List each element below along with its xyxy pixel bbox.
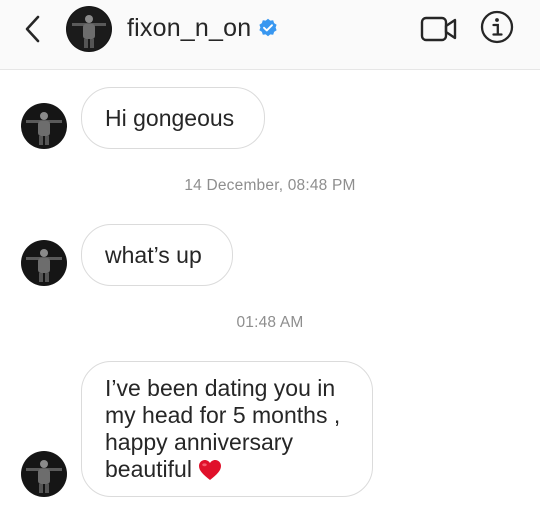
username[interactable]: fixon_n_on — [127, 14, 251, 43]
message-text: Hi gongeous — [105, 105, 235, 131]
message-timestamp: 14 December, 08:48 PM — [184, 177, 356, 194]
sender-avatar[interactable] — [21, 451, 67, 497]
verified-badge-icon — [259, 18, 277, 37]
message-timestamp: 01:48 AM — [236, 314, 304, 331]
username-group[interactable]: fixon_n_on — [127, 13, 278, 43]
message-bubble[interactable]: what’s up — [81, 224, 233, 286]
video-call-icon[interactable] — [420, 15, 458, 43]
info-icon[interactable] — [480, 10, 514, 44]
sender-avatar[interactable] — [21, 240, 67, 286]
message-bubble[interactable]: I’ve been dating you in my head for 5 mo… — [81, 361, 373, 497]
back-chevron-icon[interactable] — [18, 12, 48, 46]
header-avatar[interactable] — [66, 6, 112, 52]
message-text: what’s up — [105, 242, 202, 268]
heart-emoji-icon — [198, 460, 221, 480]
message-text: I’ve been dating you in my head for 5 mo… — [105, 375, 341, 482]
chat-header: fixon_n_on — [0, 0, 540, 70]
message-bubble[interactable]: Hi gongeous — [81, 87, 265, 149]
sender-avatar[interactable] — [21, 103, 67, 149]
